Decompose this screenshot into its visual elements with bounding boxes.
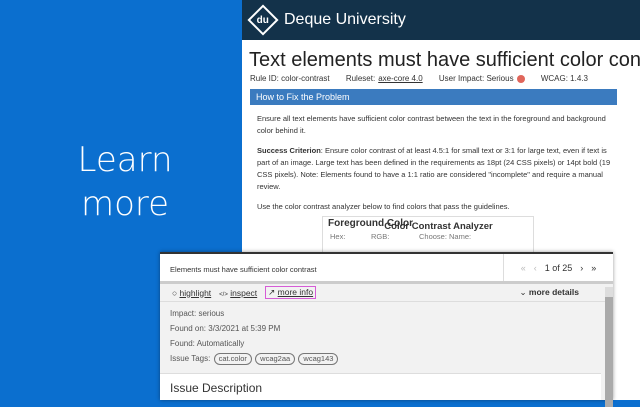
site-name: Deque University bbox=[284, 11, 406, 28]
pager-count: 1 of 25 bbox=[544, 262, 573, 273]
issue-description-heading: Issue Description bbox=[160, 373, 601, 400]
hex-label: Hex: bbox=[330, 232, 346, 241]
fix-intro: Ensure all text elements have sufficient… bbox=[257, 114, 606, 135]
more-details-label: more details bbox=[528, 287, 579, 297]
found-row: Found: Automatically bbox=[170, 339, 245, 348]
scrollbar-thumb[interactable] bbox=[605, 297, 613, 407]
sc-label: Success Criterion bbox=[257, 146, 321, 155]
more-info-link[interactable]: more info bbox=[278, 287, 313, 297]
page-title: Text elements must have sufficient color… bbox=[249, 49, 640, 71]
first-page-icon[interactable]: « bbox=[521, 263, 526, 273]
impact-row: Impact: serious bbox=[170, 309, 225, 318]
ruleset: Ruleset: axe-core 4.0 bbox=[346, 74, 423, 83]
ruleset-label: Ruleset: bbox=[345, 74, 376, 83]
impact: User Impact: Serious bbox=[439, 74, 525, 83]
last-page-icon[interactable]: » bbox=[591, 263, 596, 273]
choose-label: Choose: bbox=[419, 232, 447, 241]
issue-tag: wcag2aa bbox=[255, 353, 296, 365]
chevron-down-icon: ⌄ bbox=[519, 287, 529, 297]
logo-text: du bbox=[256, 14, 270, 26]
impact-dot-icon bbox=[516, 74, 525, 83]
name-label: Name: bbox=[449, 232, 472, 241]
fix-heading: How to Fix the Problem bbox=[250, 89, 617, 105]
rgb-label: RGB: bbox=[371, 232, 390, 241]
issue-title: Elements must have sufficient color cont… bbox=[170, 265, 317, 274]
site-header: du Deque University bbox=[242, 0, 640, 40]
scrollbar[interactable] bbox=[605, 287, 613, 407]
found-on-row: Found on: 3/3/2021 at 5:39 PM bbox=[170, 324, 281, 333]
inspect-link[interactable]: inspect bbox=[230, 288, 257, 298]
issue-panel: Elements must have sufficient color cont… bbox=[160, 252, 613, 407]
fg-legend: Foreground Color bbox=[328, 218, 413, 229]
ruleset-link[interactable]: axe-core 4.0 bbox=[378, 74, 422, 83]
rule-meta: Rule ID: color-contrast Ruleset: axe-core… bbox=[250, 74, 640, 83]
issue-tag: cat.color bbox=[213, 353, 252, 365]
more-details-toggle[interactable]: ⌄ more details bbox=[519, 287, 579, 298]
highlight-button[interactable]: ○ highlight bbox=[172, 288, 211, 298]
tags-row: Issue Tags: cat.color wcag2aa wcag143 bbox=[170, 351, 603, 366]
highlight-link[interactable]: highlight bbox=[180, 288, 212, 298]
external-link-icon: ↗ bbox=[268, 287, 276, 297]
success-criterion: Success Criterion: Ensure color contrast… bbox=[257, 145, 620, 193]
learn-more-text: Learn more bbox=[77, 140, 173, 224]
tags-label: Issue Tags: bbox=[170, 354, 211, 363]
impact-label: User Impact: Serious bbox=[438, 74, 514, 83]
analyzer-note: Use the color contrast analyzer below to… bbox=[257, 202, 510, 211]
wcag: WCAG: 1.4.3 bbox=[540, 74, 588, 83]
rule-id: Rule ID: color-contrast bbox=[250, 74, 330, 83]
more-info-button[interactable]: ↗ more info bbox=[265, 286, 317, 299]
code-icon: </> bbox=[219, 291, 228, 298]
next-page-icon[interactable]: › bbox=[580, 263, 583, 273]
issue-tag: wcag143 bbox=[298, 353, 339, 365]
deque-logo[interactable]: du bbox=[247, 4, 279, 36]
prev-page-icon[interactable]: ‹ bbox=[534, 263, 537, 273]
inspect-button[interactable]: </> inspect bbox=[219, 288, 257, 298]
pager: « ‹ 1 of 25 › » bbox=[503, 254, 613, 281]
